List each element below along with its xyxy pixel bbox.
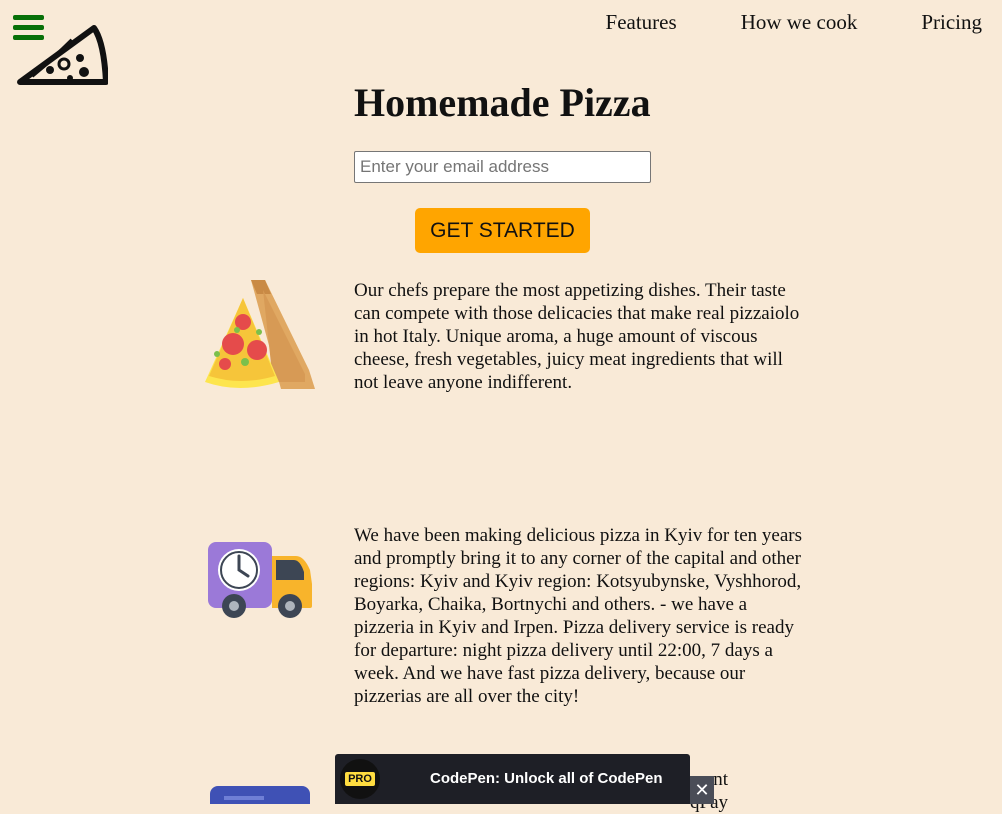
banner-text[interactable]: CodePen: Unlock all of CodePen	[430, 770, 663, 787]
pizza-slice-logo-icon[interactable]	[14, 22, 108, 92]
get-started-button[interactable]: GET STARTED	[415, 208, 590, 253]
nav-link-features[interactable]: Features	[606, 10, 677, 35]
pizza-box-icon	[205, 280, 315, 389]
feature-text-delivery: We have been making delicious pizza in K…	[354, 525, 802, 707]
page-title: Homemade Pizza	[354, 80, 651, 125]
delivery-truck-icon	[208, 542, 312, 618]
feature-text-chefs: Our chefs prepare the most appetizing di…	[354, 280, 800, 393]
top-nav: Features How we cook Pricing	[606, 10, 982, 35]
email-input[interactable]	[354, 151, 651, 183]
payment-card-icon	[210, 786, 310, 804]
nav-link-pricing[interactable]: Pricing	[921, 10, 982, 35]
close-icon[interactable]: ✕	[690, 776, 714, 804]
pro-badge-icon: PRO	[340, 759, 380, 799]
nav-link-how-we-cook[interactable]: How we cook	[741, 10, 858, 35]
codepen-pro-banner[interactable]: PRO CodePen: Unlock all of CodePen	[335, 754, 690, 804]
